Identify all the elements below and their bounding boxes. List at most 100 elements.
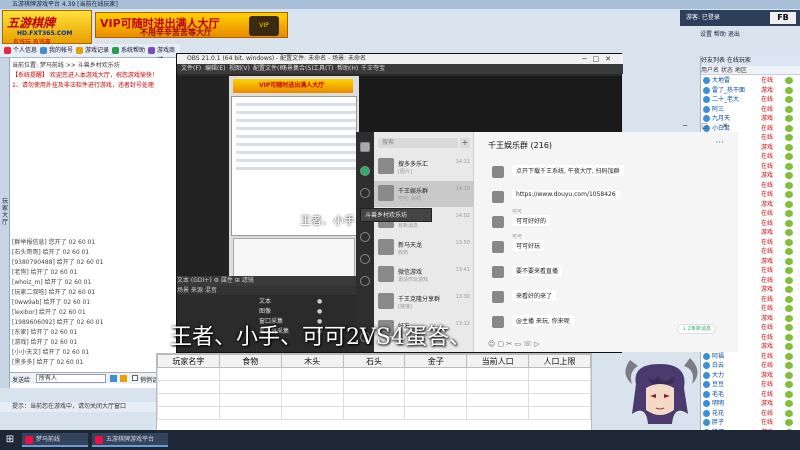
status-dot-icon xyxy=(785,210,793,217)
user-row[interactable]: 明明 游戏 xyxy=(701,399,800,409)
obs-menu-scene-collection[interactable]: 场景集合(S) xyxy=(281,64,314,74)
emoji-icon[interactable] xyxy=(120,375,127,382)
conversation-item[interactable]: 千王克隆分享群 13:30 [链接] xyxy=(374,289,474,315)
more-icon[interactable]: ··· xyxy=(715,138,724,148)
stats-column-header[interactable]: 木头 xyxy=(280,354,344,368)
context-menu-item[interactable]: 斗兽乡村欢乐坊 xyxy=(360,208,432,222)
chat-message: 要不要来看直播 xyxy=(488,258,688,282)
account-icon xyxy=(40,47,47,54)
table-cell xyxy=(528,367,591,381)
obs-source-toolbar[interactable]: 文本 (GDI+) ⚙ 属性 ⊞ 滤镜 xyxy=(177,276,357,286)
chat-message: https://www.douyu.com/1058426 xyxy=(488,183,688,207)
conversation-time: 14:10 xyxy=(455,186,470,192)
user-row[interactable]: 豆豆 在线 xyxy=(701,380,800,390)
user-row[interactable]: 白云 在线 xyxy=(701,361,800,371)
obs-source-item[interactable]: 图像 ● xyxy=(259,308,322,316)
user-row[interactable]: 雷了_热干面 游戏 xyxy=(701,86,800,96)
obs-menu-file[interactable]: 文件(F) xyxy=(181,64,201,74)
windows-taskbar: 梦马前线 五游棋牌游戏平台 xyxy=(0,430,800,450)
message-bubble: https://www.douyu.com/1058426 xyxy=(512,190,620,199)
table-row xyxy=(157,393,591,407)
chat-icon[interactable] xyxy=(360,166,370,176)
toolbar-account-button[interactable]: 我的帐号 xyxy=(40,46,73,56)
status-dot-icon xyxy=(785,153,793,160)
obs-menu-tools[interactable]: 工具(T) xyxy=(313,64,333,74)
toolbar-records-button[interactable]: 游戏记录 xyxy=(76,46,109,56)
wechat-search-input[interactable]: 搜索 xyxy=(378,138,458,148)
user-row[interactable]: 胖子 在线 xyxy=(701,418,800,428)
user-state: 游戏 xyxy=(761,400,774,407)
conversation-item[interactable]: 微信游戏 13:41 邀请你玩游戏 xyxy=(374,262,474,288)
toolbar-help-button[interactable]: 系统帮助 xyxy=(112,46,145,56)
user-state: 在线 xyxy=(761,333,774,341)
conversation-time: 13:50 xyxy=(455,240,470,246)
wechat-avatar[interactable] xyxy=(360,142,370,152)
user-row[interactable]: 大力 游戏 xyxy=(701,371,800,381)
mini-program-icon[interactable] xyxy=(360,276,370,286)
user-info-bar[interactable]: 游客: 已登录 FB xyxy=(680,10,800,26)
user-panel-tabs[interactable]: 好友列表 在线玩家 xyxy=(701,56,800,66)
conversation-avatar xyxy=(378,239,394,255)
obs-window-controls[interactable]: ─□✕ xyxy=(582,54,617,64)
status-dot-icon xyxy=(785,248,793,255)
new-message-badge[interactable]: ↓ 2条新消息 xyxy=(677,324,716,334)
user-row[interactable]: 二十_老大 在线 xyxy=(701,95,800,105)
conversation-item[interactable]: 新马天龙 13:50 收到 xyxy=(374,235,474,261)
font-color-icon[interactable] xyxy=(110,375,117,382)
stats-column-header[interactable]: 金子 xyxy=(404,354,468,368)
sender-avatar[interactable] xyxy=(492,266,504,278)
taskbar-item[interactable]: 梦马前线 xyxy=(22,433,88,447)
sender-avatar[interactable] xyxy=(492,241,504,253)
room-location: 当前位置: 梦马前线 >> 斗兽乡村欢乐坊 xyxy=(12,62,120,69)
sender-avatar[interactable] xyxy=(492,191,504,203)
user-avatar-icon xyxy=(703,86,710,94)
add-icon[interactable]: + xyxy=(460,138,470,148)
lobby-side-tab[interactable]: 玩家大厅 xyxy=(0,58,10,388)
user-avatar-icon xyxy=(703,400,710,407)
obs-menu-view[interactable]: 视图(V) xyxy=(229,64,250,74)
top-right-links[interactable]: 设置 帮助 退出 xyxy=(700,28,800,42)
user-name: 毛毛 xyxy=(712,390,725,398)
stats-column-header[interactable]: 人口上限 xyxy=(528,354,591,368)
toolbar-profile-button[interactable]: 个人信息 xyxy=(4,46,37,56)
site-logo-banner[interactable]: 五游棋牌 HD.FXT365.COM 有钱玩 有钱赢 xyxy=(2,10,92,46)
wechat-window-controls[interactable]: ─ □ ✕ xyxy=(683,122,734,130)
user-state: 游戏 xyxy=(761,314,774,322)
taskbar-item[interactable]: 五游棋牌游戏平台 xyxy=(92,433,168,447)
chat-input-toolbar[interactable]: ☺ ▢ ✂ ▭ ☏ ▷ xyxy=(488,340,728,350)
stats-column-header[interactable]: 食物 xyxy=(218,354,282,368)
window-title: 五游棋牌游戏平台 4.39 [当前在线玩家] xyxy=(0,0,800,9)
obs-menu-edit[interactable]: 编辑(E) xyxy=(205,64,225,74)
sender-avatar[interactable] xyxy=(492,216,504,228)
files-icon[interactable] xyxy=(360,232,370,242)
stats-column-header[interactable]: 当前人口 xyxy=(466,354,530,368)
obs-menu-help[interactable]: 帮助(H) xyxy=(337,64,358,74)
start-button-icon[interactable]: ⊞ xyxy=(4,434,16,446)
visibility-icon[interactable]: ● xyxy=(317,308,322,316)
conversation-item[interactable]: 搜多多乐汇 14:11 [图片] xyxy=(374,154,474,180)
vip-ad-banner[interactable]: VIP可随时进出满人大厅 不用辛辛苦苦等大厅 VIP xyxy=(95,12,288,38)
user-row[interactable]: 阿三 在线 xyxy=(701,105,800,115)
user-row[interactable]: 花花 在线 xyxy=(701,409,800,419)
obs-source-item[interactable]: 文本 ● xyxy=(259,298,322,306)
send-target-select[interactable]: 所有人 xyxy=(36,374,106,383)
status-dot-icon xyxy=(785,286,793,293)
stats-column-header[interactable]: 玩家名字 xyxy=(157,354,220,368)
sender-avatar[interactable] xyxy=(492,291,504,303)
user-row[interactable]: 阿福 在线 xyxy=(701,352,800,362)
message-bubble: 可可好好的 xyxy=(512,215,551,226)
user-row[interactable]: 毛毛 在线 xyxy=(701,390,800,400)
visibility-icon[interactable]: ● xyxy=(317,298,322,306)
conversation-item[interactable]: 千王娱乐群 14:10 可可: 好的 xyxy=(374,181,474,207)
obs-menu-extra[interactable]: 千王夺宝 xyxy=(361,64,385,74)
whisper-checkbox[interactable] xyxy=(132,375,138,381)
moments-icon[interactable] xyxy=(360,254,370,264)
conversation-preview: 有新消息 xyxy=(398,223,419,229)
user-state: 游戏 xyxy=(761,86,774,94)
chat-message: @主播 来玩, 你来呢 xyxy=(488,308,688,332)
sender-avatar[interactable] xyxy=(492,166,504,178)
contacts-icon[interactable] xyxy=(360,188,370,198)
stats-column-header[interactable]: 石头 xyxy=(342,354,406,368)
user-row[interactable]: 大地雷 在线 xyxy=(701,76,800,86)
bottom-hint: 提示：当前您在游戏中，请勿关闭大厅窗口 xyxy=(0,402,180,412)
